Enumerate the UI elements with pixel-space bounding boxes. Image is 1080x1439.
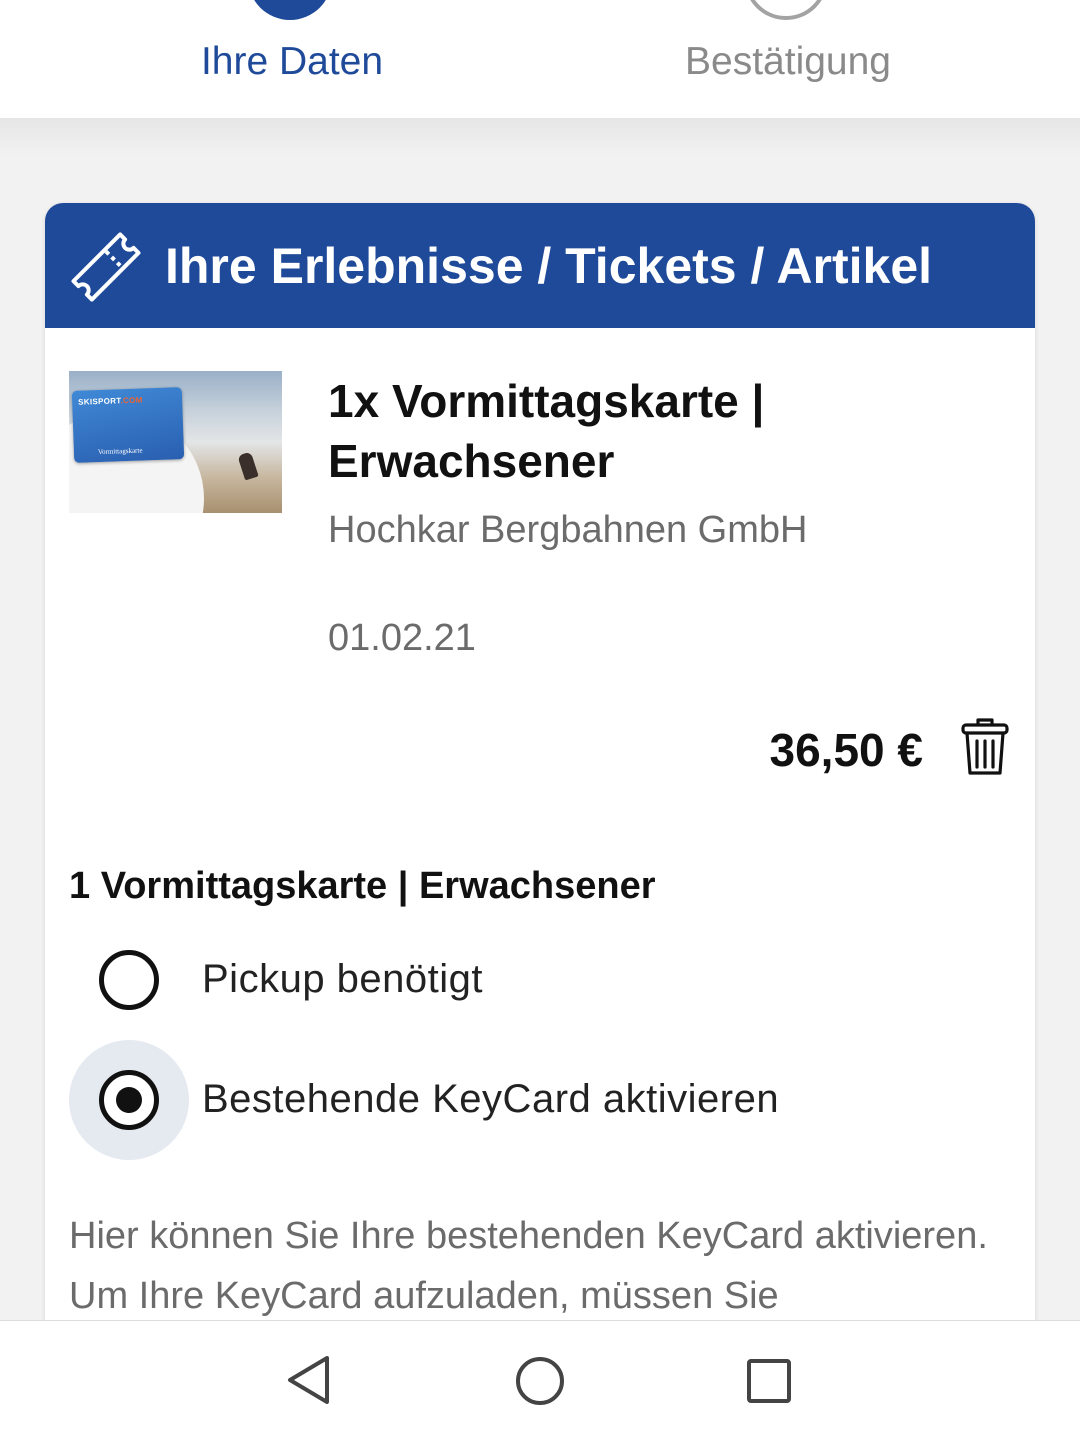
- radio-unselected[interactable]: [99, 950, 159, 1010]
- radio-dot: [116, 1087, 142, 1113]
- keycard-info-text: Hier können Sie Ihre bestehenden KeyCard…: [69, 1215, 988, 1317]
- option-label[interactable]: Pickup benötigt: [202, 957, 483, 1002]
- cart-card: Ihre Erlebnisse / Tickets / Artikel SKIS…: [45, 203, 1035, 1383]
- product-image: SKISPORT.COM Vormittagskarte: [69, 371, 282, 513]
- product-date: 01.02.21: [328, 617, 476, 659]
- divider-band: [0, 118, 1080, 158]
- home-icon[interactable]: [514, 1355, 566, 1407]
- back-icon[interactable]: [284, 1354, 334, 1406]
- step-label: Ihre Daten: [200, 40, 384, 83]
- skisport-logo: SKISPORT.COM: [78, 395, 143, 407]
- product-title: 1x Vormittagskarte | Erwachsener: [328, 375, 765, 487]
- system-navigation-bar: [0, 1320, 1080, 1439]
- option-label[interactable]: Bestehende KeyCard aktivieren: [202, 1077, 779, 1122]
- product-price: 36,50 €: [769, 724, 923, 776]
- ticket-icon: [71, 232, 141, 302]
- keycard-name: Vormittagskarte: [97, 446, 143, 457]
- radio-selected[interactable]: [99, 1070, 159, 1130]
- product-vendor: Hochkar Bergbahnen GmbH: [328, 509, 808, 551]
- step-indicator-active: [248, 0, 332, 20]
- option-pickup[interactable]: Pickup benötigt: [69, 920, 969, 1040]
- step-label: Bestätigung: [685, 40, 891, 83]
- checkout-stepper: Ihre Daten Bestätigung: [0, 0, 1080, 118]
- card-header: Ihre Erlebnisse / Tickets / Artikel: [45, 203, 1035, 328]
- step-indicator-inactive: [744, 0, 828, 20]
- recent-apps-icon[interactable]: [745, 1357, 793, 1405]
- keycard-image: SKISPORT.COM Vormittagskarte: [71, 387, 185, 463]
- option-keycard[interactable]: Bestehende KeyCard aktivieren: [69, 1040, 969, 1160]
- ticket-section-heading: 1 Vormittagskarte | Erwachsener: [69, 865, 656, 907]
- card-title: Ihre Erlebnisse / Tickets / Artikel: [165, 238, 933, 294]
- trash-icon[interactable]: [959, 717, 1011, 777]
